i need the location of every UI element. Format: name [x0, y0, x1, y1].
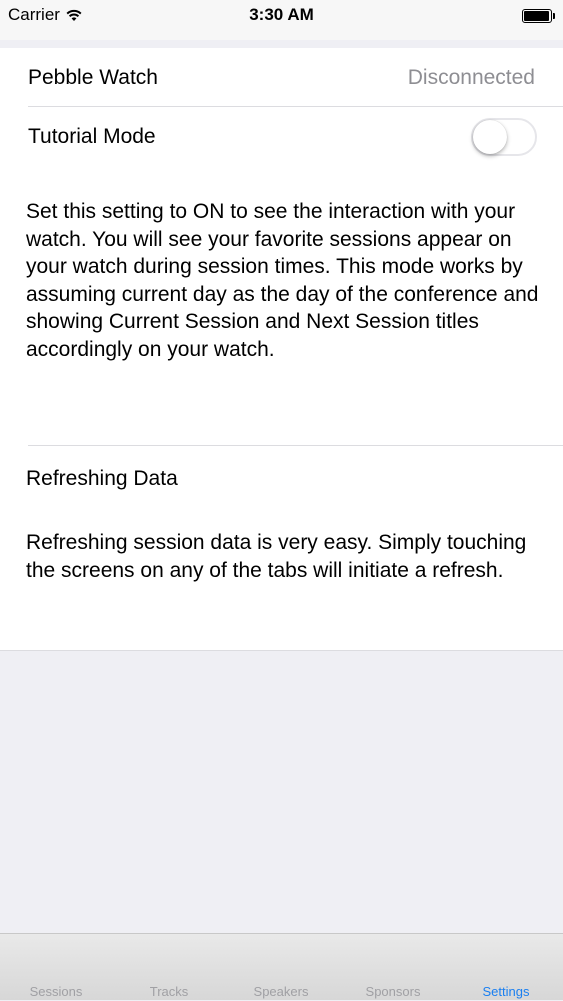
tab-sessions-label: Sessions [29, 984, 83, 999]
tab-sessions[interactable]: Sessions [0, 934, 112, 1001]
tutorial-mode-toggle[interactable] [471, 118, 537, 156]
toggle-knob [473, 120, 507, 154]
tutorial-mode-label: Tutorial Mode [28, 125, 156, 148]
tutorial-mode-row: Tutorial Mode [0, 107, 563, 165]
status-time: 3:30 AM [249, 5, 314, 24]
tab-tracks-label: Tracks [149, 984, 189, 999]
tab-settings[interactable]: Settings [450, 934, 562, 1001]
tab-sponsors-label: Sponsors [365, 984, 421, 999]
tab-speakers-label: Speakers [253, 984, 309, 999]
refreshing-data-title: Refreshing Data [26, 467, 178, 490]
status-bar: Carrier 3:30 AM [0, 0, 563, 40]
pebble-watch-status: Disconnected [407, 66, 535, 89]
tab-settings-label: Settings [482, 984, 530, 999]
pebble-watch-label: Pebble Watch [28, 66, 158, 89]
tab-bar: Sessions Tracks Speakers Sponsors Settin… [0, 933, 563, 1000]
group-bottom-border [0, 650, 563, 651]
pebble-watch-row[interactable]: Pebble Watch Disconnected [0, 48, 563, 106]
tab-speakers[interactable]: Speakers [225, 934, 337, 1001]
settings-group: Pebble Watch Disconnected Tutorial Mode … [0, 48, 563, 651]
tab-tracks[interactable]: Tracks [113, 934, 225, 1001]
tutorial-description: Set this setting to ON to see the intera… [26, 200, 539, 361]
section-separator [28, 445, 563, 446]
tab-sponsors[interactable]: Sponsors [337, 934, 449, 1001]
battery-icon [522, 9, 555, 23]
refreshing-data-description: Refreshing session data is very easy. Si… [26, 531, 527, 582]
